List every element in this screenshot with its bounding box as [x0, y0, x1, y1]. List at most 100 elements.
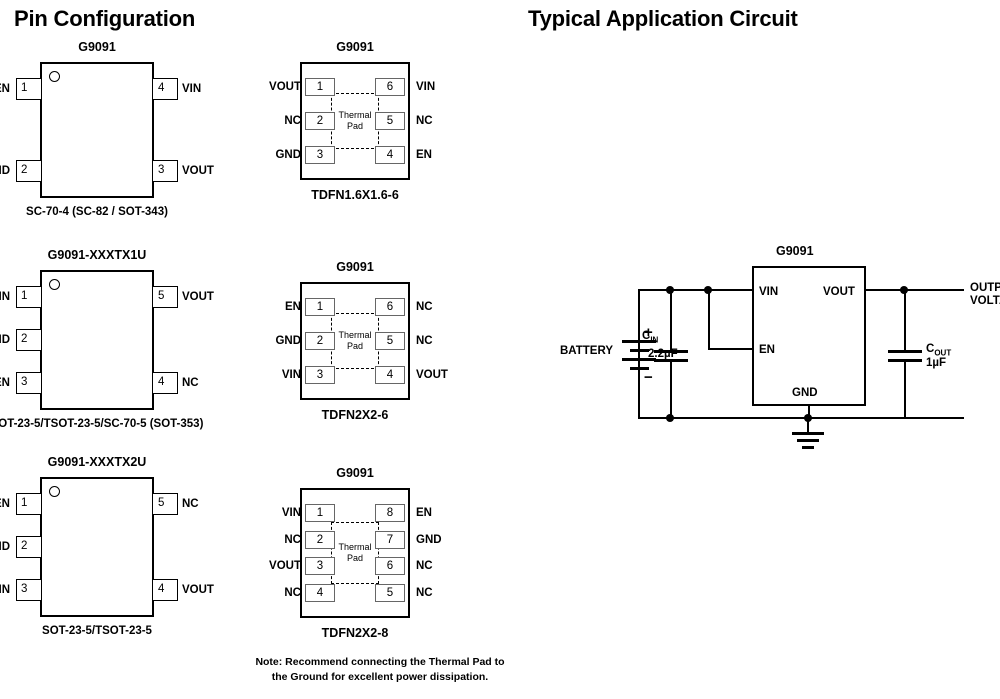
pin-label-nc-5: NC [182, 498, 199, 510]
pin-label-vin-1: VIN [0, 291, 10, 303]
pin-number: 4 [158, 82, 165, 95]
datasheet-page: Pin Configuration Typical Application Ci… [0, 0, 1000, 699]
pin-number: 3 [21, 583, 28, 596]
pad-number: 2 [316, 115, 324, 127]
wire-cin-bottom [670, 360, 672, 419]
pin-label-nc-5: NC [416, 587, 433, 599]
pin-label-gnd-7: GND [416, 533, 442, 546]
package-pad-6: 6 [375, 78, 405, 96]
package-pad-4: 4 [375, 146, 405, 164]
pin-label-nc-2: NC [284, 533, 301, 546]
page-title-pin-configuration: Pin Configuration [14, 6, 196, 31]
pad-number: 5 [386, 587, 394, 599]
package-pad-1: 1 [305, 504, 335, 522]
cout-plate-top [888, 350, 922, 353]
cin-label: CIN [642, 330, 658, 346]
thermal-pad-text-line2: Pad [346, 341, 363, 351]
pin-label-vin-4: VIN [182, 83, 202, 95]
package-pin-2: 2 [16, 536, 42, 558]
pad-number: 2 [316, 533, 324, 546]
pin-label-vin-6: VIN [416, 81, 436, 93]
package-pin-3: 3 [16, 372, 42, 394]
thermal-pad-text-line1: Thermal [338, 110, 372, 120]
package-diagram-sot23-5-x2u: G9091-XXXTX2U 1 EN 2 GND 3 VIN 5 NC 4 VOUT SOT-23-5… [0, 455, 214, 655]
pad-number: 3 [316, 369, 324, 381]
pin-number: 3 [21, 376, 28, 389]
earth-bar-1 [792, 432, 824, 435]
package-pad-2: 2 [305, 530, 335, 549]
thermal-pad-text-line2: Pad [346, 553, 363, 563]
package-caption: TDFN2X2-8 [321, 626, 389, 640]
package-pad-3: 3 [305, 366, 335, 384]
package-pin-4: 4 [152, 372, 178, 394]
package-caption: SOT-23-5/TSOT-23-5 [42, 625, 152, 637]
pad-number: 4 [316, 587, 324, 599]
pad-number: 6 [386, 81, 394, 93]
pin-label-nc-4: NC [182, 377, 199, 389]
pin-label-nc-6: NC [416, 301, 433, 313]
package-pin-5: 5 [152, 286, 178, 308]
ic-pin-label-vin: VIN [759, 286, 779, 298]
battery-minus-sign: − [644, 369, 653, 386]
pin-number: 1 [21, 497, 28, 510]
pin1-dot-marker [49, 71, 60, 82]
package-pad-4: 4 [375, 366, 405, 384]
pin-number: 2 [21, 333, 28, 346]
pin-label-en-3: EN [0, 377, 10, 389]
cin-subscript: IN [650, 335, 659, 345]
package-body-outline [40, 270, 154, 410]
cout-plate-bottom [888, 359, 922, 362]
wire-bottom-rail [638, 417, 964, 419]
wire-earth-stem [807, 418, 809, 433]
thermal-pad-text-line1: Thermal [338, 330, 372, 340]
wire-cin-top [670, 289, 672, 351]
cout-value: 1µF [926, 357, 947, 369]
typical-application-circuit: G9091 VIN EN VOUT GND + − BATTERY CIN 2.… [560, 230, 1000, 470]
junction-dot-en-top [704, 286, 712, 294]
package-caption: SOT-23-5/TSOT-23-5/SC-70-5 (SOT-353) [0, 418, 204, 430]
pin-number: 3 [158, 164, 165, 177]
pad-number: 6 [386, 301, 394, 313]
pad-number: 1 [316, 301, 324, 313]
pin-number: 1 [21, 82, 28, 95]
pin-label-en-4: EN [416, 149, 432, 161]
package-body-outline [40, 477, 154, 617]
package-pad-6: 6 [375, 298, 405, 316]
package-diagram-tdfn2x2-6: G9091 Thermal Pad 1 EN 2 GND 3 VIN 6 NC 5 NC 4 VOUT TDF… [240, 260, 470, 438]
package-pad-6: 6 [375, 557, 405, 576]
thermal-pad-text-line1: Thermal [338, 542, 372, 552]
package-pad-1: 1 [305, 78, 335, 96]
package-pin-1: 1 [16, 493, 42, 515]
thermal-pad-note: Note: Recommend connecting the Thermal P… [230, 655, 530, 685]
pin-label-nc-5: NC [416, 335, 433, 347]
earth-bar-3 [802, 446, 814, 449]
package-caption: TDFN1.6X1.6-6 [311, 188, 399, 202]
thermal-pad-note-line1: Note: Recommend connecting the Thermal P… [255, 656, 505, 668]
ic-pin-label-vout: VOUT [823, 286, 855, 298]
ic-pin-label-en: EN [759, 344, 775, 356]
pin-label-gnd-2: GND [275, 335, 301, 347]
pin-number: 2 [21, 540, 28, 553]
package-part-name: G9091-XXXTX2U [47, 455, 147, 469]
package-caption: SC-70-4 (SC-82 / SOT-343) [26, 206, 168, 218]
pin-label-vout-3: VOUT [269, 560, 301, 573]
wire-cout-bottom [904, 360, 906, 419]
pad-number: 7 [386, 533, 394, 546]
pin-label-vin-1: VIN [281, 507, 301, 519]
pin-number: 2 [21, 164, 28, 177]
pad-number: 3 [316, 149, 324, 161]
thermal-pad: Thermal Pad [331, 313, 379, 369]
pin-label-gnd-2: GND [0, 334, 10, 346]
earth-bar-2 [797, 439, 819, 442]
pad-number: 1 [316, 81, 324, 93]
package-diagram-sot23-5-x1u: G9091-XXXTX1U 1 VIN 2 GND 3 EN 5 VOUT 4 NC SOT-23-5… [0, 248, 214, 448]
pin-label-vout-3: VOUT [182, 165, 214, 177]
pin-label-vout-4: VOUT [182, 584, 214, 596]
pin-label-vin-3: VIN [281, 369, 301, 381]
battery-plate-short-1 [630, 349, 649, 352]
package-pad-3: 3 [305, 557, 335, 576]
junction-dot-cout-top [900, 286, 908, 294]
package-part-name: G9091-XXXTX1U [47, 248, 147, 262]
package-part-name: G9091 [336, 466, 374, 480]
pad-number: 8 [386, 507, 394, 519]
